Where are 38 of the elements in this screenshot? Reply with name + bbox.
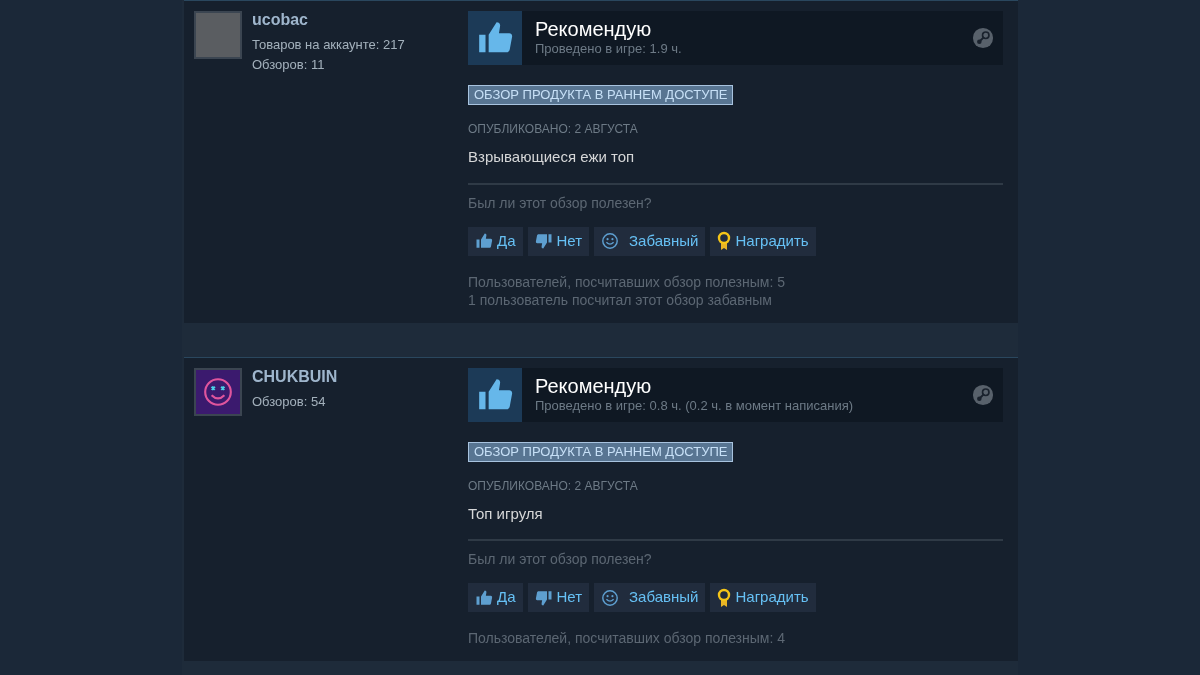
author-name[interactable]: CHUKBUIN bbox=[252, 367, 338, 386]
early-access-tag: ОБЗОР ПРОДУКТА В РАННЕМ ДОСТУПЕ bbox=[468, 85, 734, 105]
vote-summary: Пользователей, посчитавших обзор полезным: 4 bbox=[468, 629, 787, 647]
smiley-icon bbox=[601, 588, 620, 607]
smiley-icon bbox=[601, 232, 620, 250]
verdict-title: Рекомендую bbox=[535, 18, 653, 40]
vote-button[interactable]: Да bbox=[468, 583, 523, 612]
thumbs-up-icon bbox=[475, 232, 493, 250]
smiley-artwork-icon bbox=[202, 375, 234, 408]
vote-button[interactable]: Наградить bbox=[710, 583, 816, 612]
author-name[interactable]: ucobac bbox=[252, 11, 405, 29]
thumbs-down-icon bbox=[534, 232, 553, 250]
vote-summary: 1 пользователь посчитал этот обзор забавным bbox=[468, 290, 773, 309]
vote-button[interactable]: Нет bbox=[527, 226, 590, 256]
author-stat: Товаров на аккаунте: 217 bbox=[252, 36, 405, 54]
author-stat: Обзоров: 54 bbox=[252, 392, 327, 411]
avatar-image[interactable] bbox=[194, 367, 242, 416]
author-stat: Обзоров: 11 bbox=[252, 56, 326, 74]
thumbs-down-icon bbox=[534, 588, 553, 607]
vote-button[interactable]: Да bbox=[468, 226, 523, 256]
vote-button[interactable]: Забавный bbox=[594, 226, 706, 256]
early-access-tag: ОБЗОР ПРОДУКТА В РАННЕМ ДОСТУПЕ bbox=[468, 441, 734, 462]
vote-summary: Пользователей, посчитавших обзор полезным: 5 bbox=[468, 272, 787, 291]
verdict-title: Рекомендую bbox=[535, 374, 653, 397]
playtime: Проведено в игре: 1.9 ч. bbox=[535, 40, 683, 58]
playtime: Проведено в игре: 0.8 ч. (0.2 ч. в момент написания) bbox=[535, 397, 855, 415]
vote-button[interactable]: Нет bbox=[527, 583, 590, 612]
vote-button[interactable]: Забавный bbox=[594, 583, 706, 612]
review-text: Взрывающиеся ежи топ bbox=[468, 147, 636, 167]
helpful-question: Был ли этот обзор полезен? bbox=[468, 193, 653, 213]
helpful-question: Был ли этот обзор полезен? bbox=[468, 550, 653, 569]
review-text: Топ игруля bbox=[468, 503, 544, 524]
award-icon bbox=[717, 231, 732, 251]
thumbs-up-icon bbox=[475, 588, 493, 607]
vote-button[interactable]: Наградить bbox=[710, 226, 816, 256]
posted-date: ОПУБЛИКОВАНО: 2 АВГУСТА bbox=[468, 477, 639, 495]
posted-date: ОПУБЛИКОВАНО: 2 АВГУСТА bbox=[468, 121, 639, 138]
award-icon bbox=[717, 587, 732, 608]
